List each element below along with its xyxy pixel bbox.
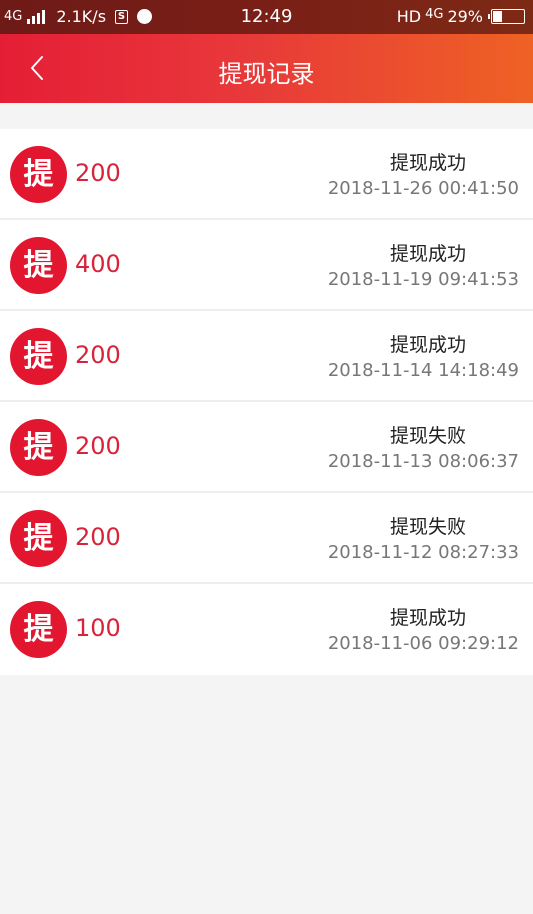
record-datetime: 2018-11-13 08:06:37 xyxy=(327,451,519,472)
page-title: 提现记录 xyxy=(218,60,315,88)
record-amount: 100 xyxy=(75,614,121,642)
record-row[interactable]: 提 400 提现成功 2018-11-19 09:41:53 xyxy=(0,220,533,311)
record-status: 提现成功 xyxy=(389,243,466,265)
network-type-secondary: 4G xyxy=(425,7,444,22)
record-status: 提现成功 xyxy=(389,607,466,629)
withdraw-badge-icon: 提 xyxy=(10,510,67,567)
record-amount: 200 xyxy=(75,523,121,551)
record-row[interactable]: 提 100 提现成功 2018-11-06 09:29:12 xyxy=(0,584,533,675)
record-datetime: 2018-11-12 08:27:33 xyxy=(327,542,519,563)
record-datetime: 2018-11-06 09:29:12 xyxy=(327,633,519,654)
record-amount: 400 xyxy=(75,250,121,278)
record-row[interactable]: 提 200 提现失败 2018-11-13 08:06:37 xyxy=(0,402,533,493)
record-amount: 200 xyxy=(75,432,121,460)
record-amount: 200 xyxy=(75,159,121,187)
withdraw-badge-icon: 提 xyxy=(10,237,67,294)
record-row[interactable]: 提 200 提现失败 2018-11-12 08:27:33 xyxy=(0,493,533,584)
battery-level xyxy=(493,11,503,22)
record-status: 提现成功 xyxy=(389,152,466,174)
record-status: 提现成功 xyxy=(389,334,466,356)
hd-indicator: HD xyxy=(396,7,422,26)
record-datetime: 2018-11-26 00:41:50 xyxy=(327,178,519,199)
withdrawal-record-list: 提 200 提现成功 2018-11-26 00:41:50 提 400 提现成… xyxy=(0,129,533,675)
record-row[interactable]: 提 200 提现成功 2018-11-26 00:41:50 xyxy=(0,129,533,220)
record-row[interactable]: 提 200 提现成功 2018-11-14 14:18:49 xyxy=(0,311,533,402)
withdraw-badge-icon: 提 xyxy=(10,328,67,385)
withdraw-badge-icon: 提 xyxy=(10,419,67,476)
record-status: 提现失败 xyxy=(389,516,466,538)
record-datetime: 2018-11-14 14:18:49 xyxy=(327,360,519,381)
status-right: HD 4G 29% xyxy=(397,7,525,26)
battery-icon xyxy=(488,9,525,24)
battery-percent: 29% xyxy=(447,7,483,26)
record-datetime: 2018-11-19 09:41:53 xyxy=(327,269,519,290)
status-bar: 4G 2.1K/s S 12:49 HD 4G 29% xyxy=(0,0,533,34)
record-amount: 200 xyxy=(75,341,121,369)
record-status: 提现失败 xyxy=(389,425,466,447)
nav-bar: 提现记录 xyxy=(0,34,533,103)
withdraw-badge-icon: 提 xyxy=(10,146,67,203)
withdraw-badge-icon: 提 xyxy=(10,601,67,658)
